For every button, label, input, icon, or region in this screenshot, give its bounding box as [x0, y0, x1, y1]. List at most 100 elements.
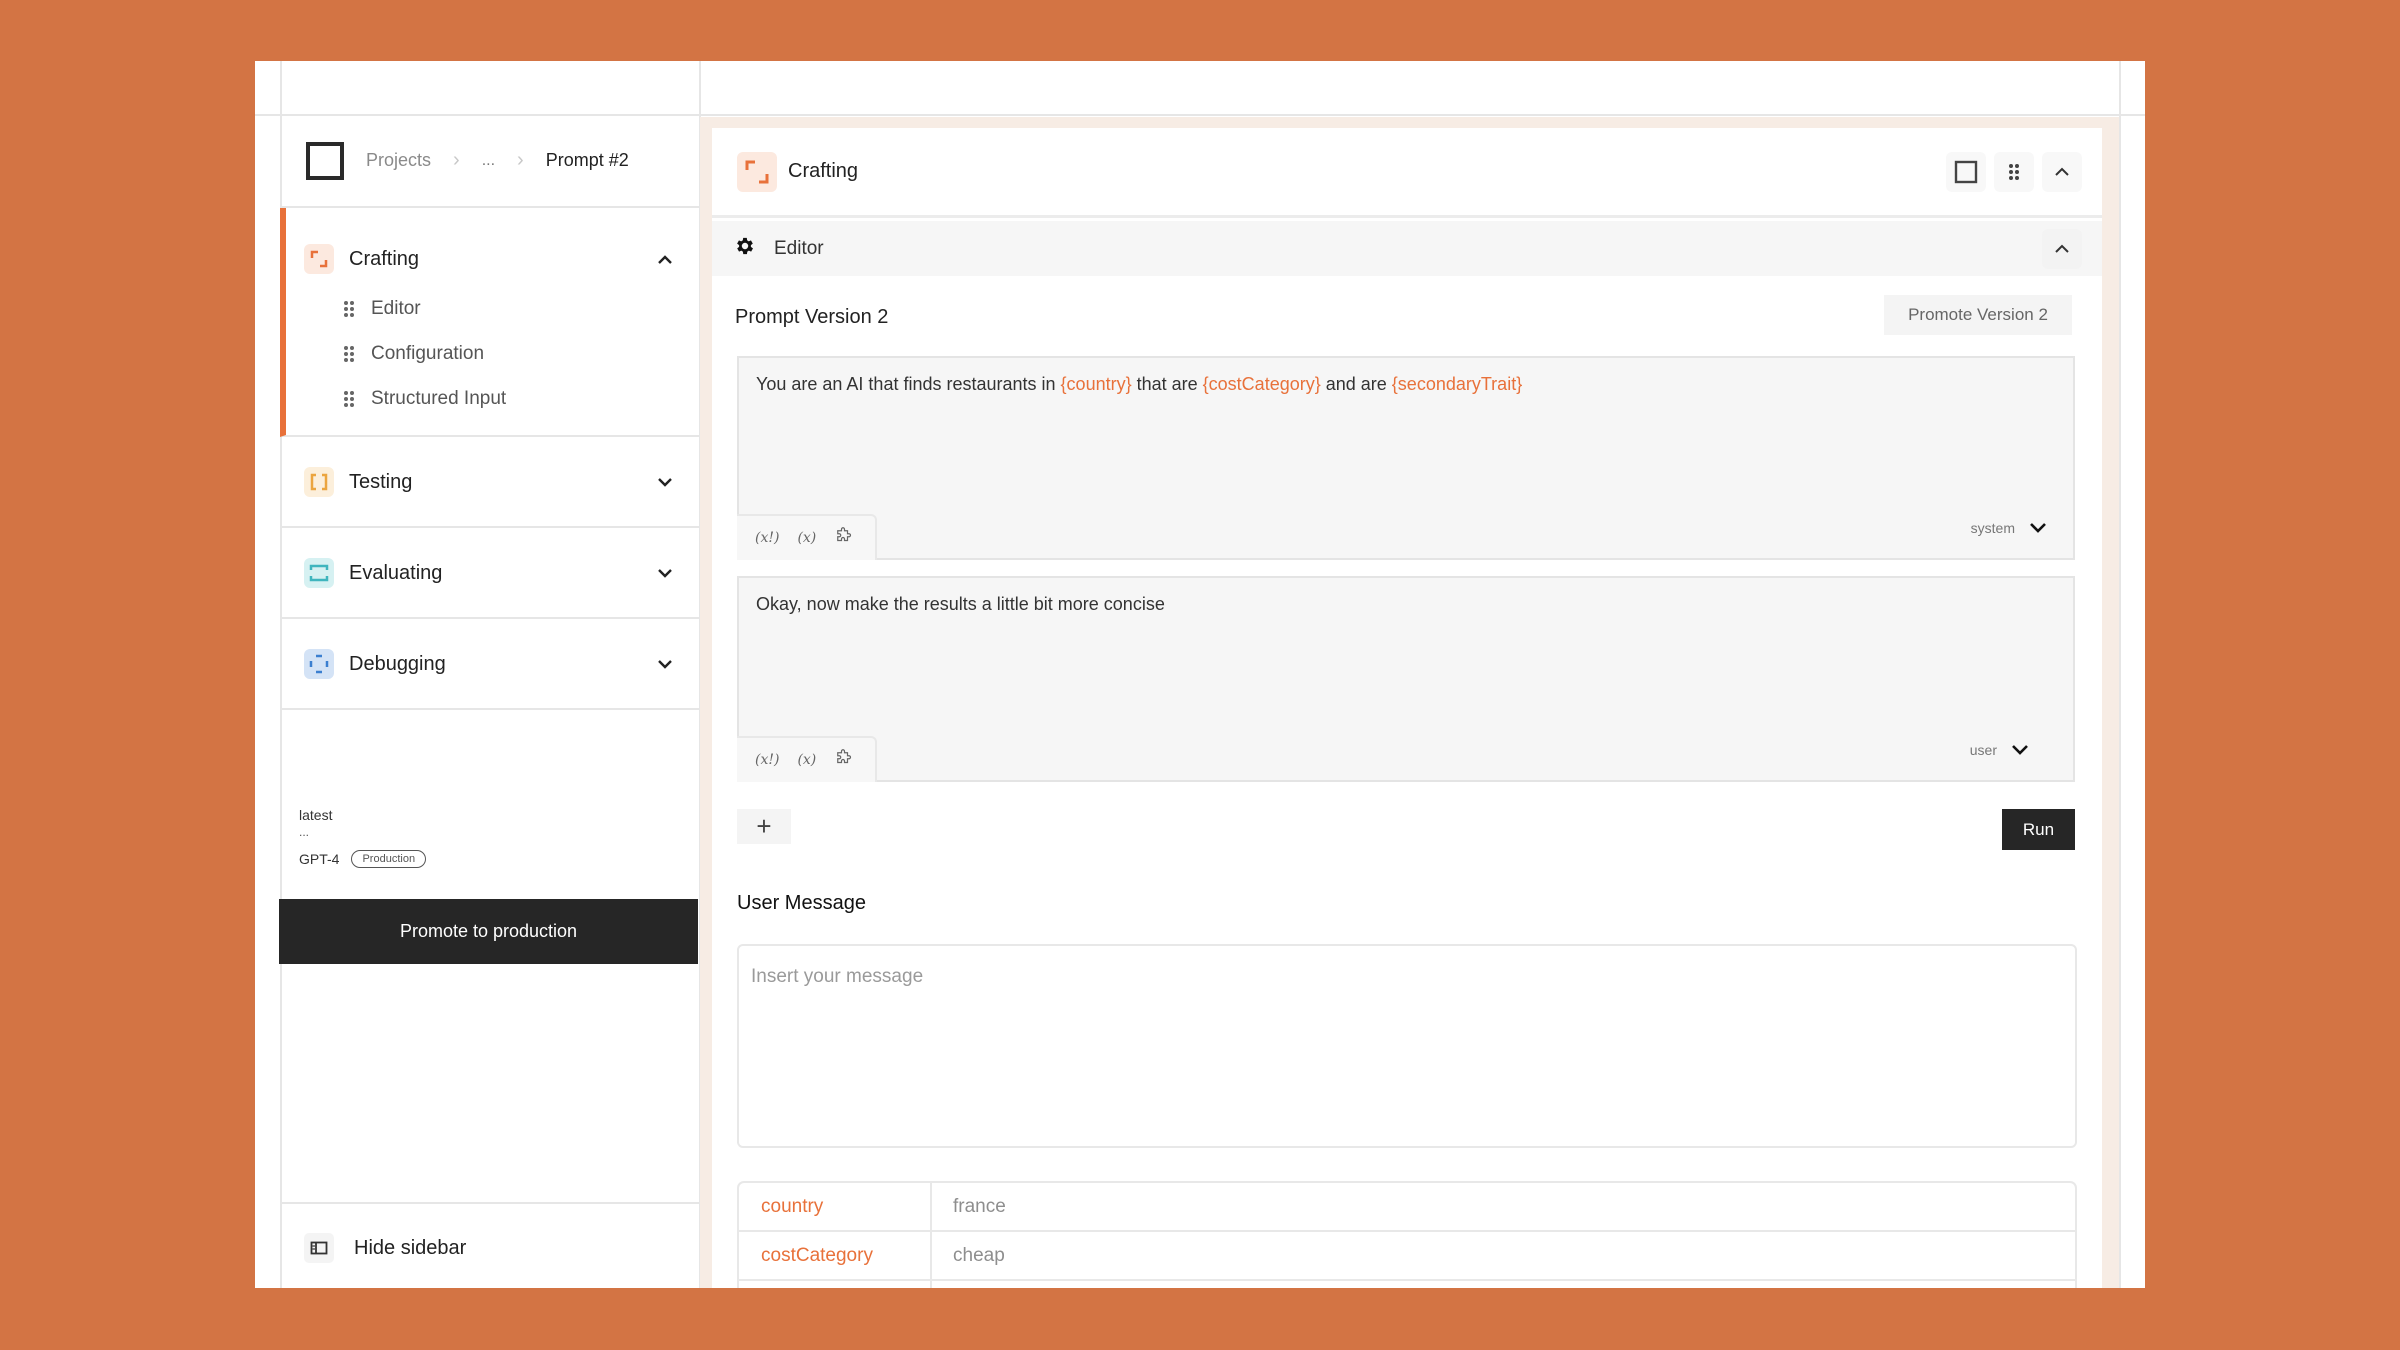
- card-header-actions: [1946, 151, 2082, 192]
- message-toolbar: (x!) (x): [737, 736, 877, 782]
- user-message-text[interactable]: Okay, now make the results a little bit …: [756, 594, 1165, 615]
- chevron-right-icon: ›: [453, 149, 460, 171]
- sidebar-item-label: Editor: [371, 297, 421, 319]
- variable-value-input[interactable]: france: [932, 1183, 2075, 1230]
- gear-icon: [734, 235, 756, 262]
- editor-section-label: Editor: [774, 237, 824, 259]
- message-text-segment: that are: [1131, 374, 1203, 394]
- card-header: Crafting: [712, 128, 2102, 218]
- variable-value-input[interactable]: cheap: [932, 1232, 2075, 1279]
- sidebar-item-label: Configuration: [371, 342, 485, 364]
- sidebar-section-label: Testing: [349, 470, 413, 493]
- breadcrumb-ellipsis[interactable]: ...: [482, 152, 495, 170]
- expand-button[interactable]: [1946, 151, 1986, 192]
- sidebar-item-editor[interactable]: Editor: [344, 286, 506, 331]
- model-name: GPT-4: [299, 851, 340, 867]
- system-message-box[interactable]: You are an AI that finds restaurants in …: [737, 356, 2075, 560]
- breadcrumb-projects[interactable]: Projects: [366, 150, 431, 171]
- user-message-input[interactable]: [737, 944, 2077, 1148]
- table-row: [739, 1281, 2075, 1288]
- sidebar-section-crafting-header[interactable]: Crafting: [304, 244, 675, 274]
- user-message-title: User Message: [737, 892, 866, 914]
- prompt-version-title: Prompt Version 2: [735, 306, 889, 328]
- sidebar-section-label: Crafting: [349, 247, 420, 270]
- sidebar-section-testing: Testing: [280, 437, 699, 528]
- version-model-row: GPT-4 Production: [299, 850, 427, 868]
- sidebar-section-debugging-header[interactable]: Debugging: [304, 649, 675, 679]
- variable-name: country: [739, 1183, 932, 1230]
- sidebar-item-configuration[interactable]: Configuration: [344, 331, 506, 376]
- run-button[interactable]: Run: [2002, 809, 2075, 850]
- main-panel: Crafting Editor Prompt Version 2 Promote…: [700, 117, 2119, 1288]
- hide-sidebar-label: Hide sidebar: [354, 1236, 467, 1259]
- logo-icon[interactable]: [306, 141, 344, 180]
- collapse-editor-button[interactable]: [2042, 228, 2082, 269]
- drag-handle-icon[interactable]: [344, 300, 354, 317]
- chevron-right-icon: ›: [517, 149, 524, 171]
- status-badge: Production: [351, 850, 427, 868]
- plugin-icon[interactable]: [834, 526, 852, 550]
- drag-handle-icon[interactable]: [344, 345, 354, 362]
- collapse-card-button[interactable]: [2042, 151, 2082, 192]
- card-title: Crafting: [788, 160, 859, 182]
- variables-table: country france costCategory cheap: [737, 1181, 2077, 1288]
- variable-icon[interactable]: (x): [797, 530, 816, 546]
- sidebar-section-evaluating: Evaluating: [280, 528, 699, 619]
- editor-section-header[interactable]: Editor: [712, 221, 2102, 276]
- breadcrumb: Projects › ... › Prompt #2: [280, 115, 699, 208]
- app-window: Projects › ... › Prompt #2 Crafting Edit…: [255, 61, 2145, 1288]
- testing-icon: [304, 467, 334, 497]
- message-text-segment: Okay, now make the results a little bit …: [756, 594, 1165, 614]
- sidebar-toggle-icon: [304, 1233, 334, 1263]
- sidebar-item-structured-input[interactable]: Structured Input: [344, 376, 506, 421]
- required-variable-icon[interactable]: (x!): [755, 530, 779, 546]
- promote-to-production-button[interactable]: Promote to production: [279, 899, 698, 964]
- chevron-up-icon[interactable]: [655, 249, 675, 269]
- sidebar-section-crafting: Crafting Editor Configuration Structured…: [280, 208, 699, 437]
- sidebar: Projects › ... › Prompt #2 Crafting Edit…: [279, 115, 699, 1288]
- table-row: costCategory cheap: [739, 1232, 2075, 1281]
- chevron-down-icon: [2030, 523, 2046, 533]
- promote-version-button[interactable]: Promote Version 2: [1884, 295, 2072, 335]
- system-message-text[interactable]: You are an AI that finds restaurants in …: [756, 374, 1522, 395]
- drag-handle-icon[interactable]: [344, 390, 354, 407]
- crafting-icon: [737, 151, 777, 192]
- role-label: system: [1970, 520, 2015, 536]
- chevron-down-icon[interactable]: [655, 654, 675, 674]
- add-message-button[interactable]: +: [737, 809, 791, 844]
- variable-name: costCategory: [739, 1232, 932, 1279]
- guide-line-right: [2119, 61, 2121, 1288]
- message-toolbar: (x!) (x): [737, 514, 877, 560]
- sidebar-section-label: Debugging: [349, 652, 446, 675]
- role-select[interactable]: user: [1970, 742, 2029, 758]
- chevron-down-icon[interactable]: [655, 563, 675, 583]
- sidebar-item-label: Structured Input: [371, 387, 507, 409]
- role-label: user: [1969, 742, 1997, 758]
- variable-token: {secondaryTrait}: [1391, 374, 1523, 394]
- version-ellipsis: ...: [299, 825, 310, 839]
- drag-handle-button[interactable]: [1994, 151, 2034, 192]
- debugging-icon: [304, 649, 334, 679]
- evaluating-icon: [304, 558, 334, 588]
- breadcrumb-current: Prompt #2: [545, 150, 629, 170]
- table-row: country france: [739, 1183, 2075, 1232]
- sidebar-section-debugging: Debugging: [280, 619, 699, 710]
- role-select[interactable]: system: [1971, 520, 2047, 536]
- variable-icon[interactable]: (x): [797, 752, 816, 768]
- message-text-segment: and are: [1320, 374, 1392, 394]
- required-variable-icon[interactable]: (x!): [755, 752, 779, 768]
- sidebar-sub-items: Editor Configuration Structured Input: [344, 286, 506, 421]
- variable-name: [739, 1281, 932, 1288]
- plugin-icon[interactable]: [834, 748, 852, 772]
- variable-value-input[interactable]: [932, 1281, 2075, 1288]
- sidebar-section-evaluating-header[interactable]: Evaluating: [304, 558, 675, 588]
- hide-sidebar-button[interactable]: Hide sidebar: [280, 1202, 699, 1288]
- chevron-down-icon[interactable]: [655, 472, 675, 492]
- variable-token: {country}: [1060, 374, 1132, 394]
- sidebar-section-testing-header[interactable]: Testing: [304, 467, 675, 497]
- message-text-segment: You are an AI that finds restaurants in: [756, 374, 1061, 394]
- crafting-card: Crafting Editor Prompt Version 2 Promote…: [712, 128, 2102, 1288]
- chevron-down-icon: [2012, 745, 2028, 755]
- user-message-box[interactable]: Okay, now make the results a little bit …: [737, 576, 2075, 782]
- variable-token: {costCategory}: [1202, 374, 1321, 394]
